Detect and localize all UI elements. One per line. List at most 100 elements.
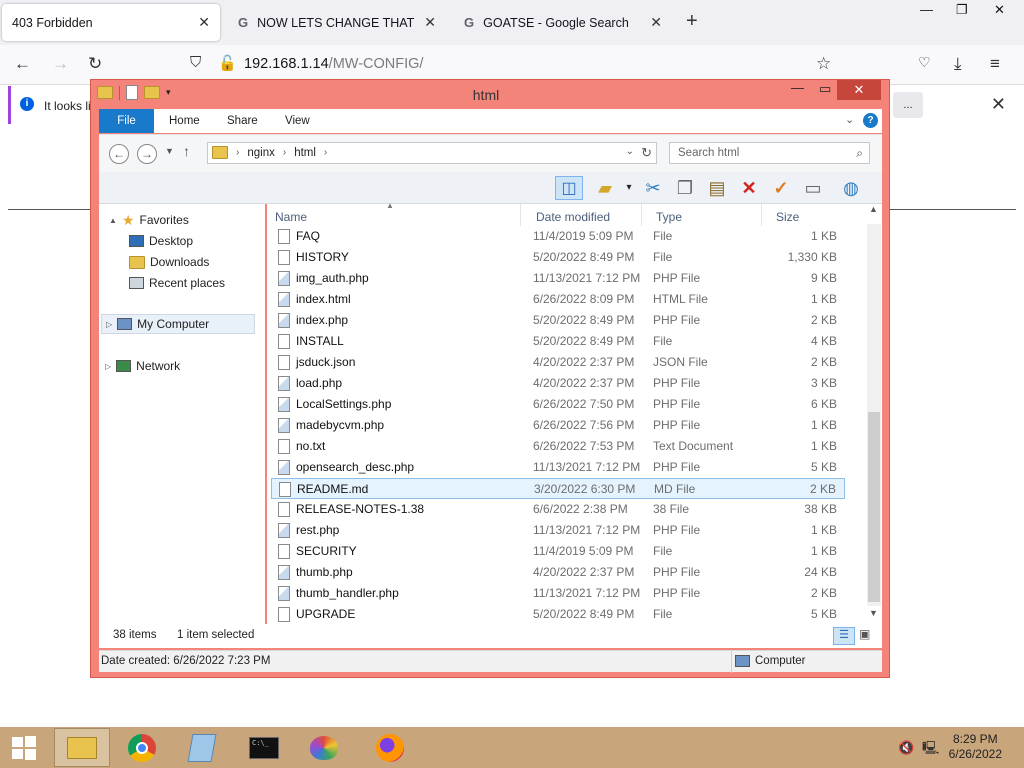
copy-icon[interactable]: ❐ bbox=[673, 176, 697, 200]
file-row[interactable]: opensearch_desc.php 11/13/2021 7:12 PM PHP… bbox=[271, 457, 845, 478]
nav-downloads[interactable]: Downloads bbox=[129, 252, 209, 272]
file-row[interactable]: HISTORY 5/20/2022 8:49 PM File 1,330 KB bbox=[271, 247, 845, 268]
breadcrumb-separator[interactable]: › bbox=[283, 147, 286, 158]
scroll-thumb[interactable] bbox=[868, 412, 880, 602]
notification-action-button[interactable]: ... bbox=[893, 92, 923, 118]
preview-pane-icon[interactable]: ◫ bbox=[555, 176, 583, 200]
rename-icon[interactable]: ▭ bbox=[801, 176, 825, 200]
options-dropdown-icon[interactable]: ▾ bbox=[617, 176, 641, 200]
large-icons-view-icon[interactable]: ▣ bbox=[859, 627, 870, 641]
details-view-icon[interactable]: ☰ bbox=[833, 627, 855, 645]
taskbar-chrome[interactable] bbox=[114, 728, 170, 767]
menu-icon[interactable]: ≡ bbox=[990, 54, 1000, 74]
network-status-icon[interactable]: 🖳 bbox=[922, 739, 939, 761]
column-size[interactable]: Size bbox=[776, 210, 799, 224]
expand-icon[interactable]: ▲ bbox=[109, 216, 117, 225]
nav-recent-places[interactable]: Recent places bbox=[129, 273, 225, 293]
tab-change-bg[interactable]: G NOW LETS CHANGE THAT BG ✕ bbox=[228, 4, 446, 41]
ribbon-tab-view[interactable]: View bbox=[285, 109, 310, 133]
file-row[interactable]: thumb.php 4/20/2022 2:37 PM PHP File 24 KB bbox=[271, 562, 845, 583]
restore-icon[interactable]: ❐ bbox=[956, 2, 968, 18]
nav-my-computer[interactable]: ▷ My Computer bbox=[101, 314, 255, 334]
delete-icon[interactable]: ✕ bbox=[737, 176, 761, 200]
explorer-minimize-icon[interactable]: — bbox=[791, 80, 804, 100]
file-row[interactable]: FAQ 11/4/2019 5:09 PM File 1 KB bbox=[271, 226, 845, 247]
expand-icon[interactable]: ▷ bbox=[105, 362, 111, 371]
url-bar[interactable]: 192.168.1.14/MW-CONFIG/ bbox=[244, 56, 423, 72]
taskbar-file-explorer[interactable] bbox=[54, 728, 110, 767]
new-tab-icon[interactable]: + bbox=[686, 10, 698, 33]
file-row[interactable]: RELEASE-NOTES-1.38 6/6/2022 2:38 PM 38 Fil… bbox=[271, 499, 845, 520]
notification-close-icon[interactable]: ✕ bbox=[991, 94, 1006, 115]
column-type[interactable]: Type bbox=[656, 210, 682, 224]
nav-network[interactable]: ▷ Network bbox=[105, 356, 180, 376]
file-row[interactable]: rest.php 11/13/2021 7:12 PM PHP File 1 KB bbox=[271, 520, 845, 541]
file-row[interactable]: index.html 6/26/2022 8:09 PM HTML File 1 KB bbox=[271, 289, 845, 310]
column-name[interactable]: Name bbox=[275, 210, 307, 224]
globe-icon[interactable]: ◍ bbox=[839, 176, 863, 200]
search-input[interactable]: Search html ⌕ bbox=[669, 142, 870, 164]
ribbon-tab-share[interactable]: Share bbox=[227, 109, 258, 133]
address-bar[interactable]: › nginx › html › ⌄ ↻ bbox=[207, 142, 657, 164]
file-row[interactable]: LocalSettings.php 6/26/2022 7:50 PM PHP Fi… bbox=[271, 394, 845, 415]
nav-favorites[interactable]: ▲ ★ Favorites bbox=[109, 210, 189, 230]
explorer-maximize-icon[interactable]: ▭ bbox=[819, 81, 831, 101]
expand-icon[interactable]: ▷ bbox=[106, 320, 112, 329]
checkmark-icon[interactable]: ✓ bbox=[769, 176, 793, 200]
address-dropdown-icon[interactable]: ⌄ bbox=[626, 146, 634, 157]
minimize-icon[interactable]: — bbox=[920, 2, 933, 17]
file-row[interactable]: UPGRADE 5/20/2022 8:49 PM File 5 KB bbox=[271, 604, 845, 625]
file-row[interactable]: SECURITY 11/4/2019 5:09 PM File 1 KB bbox=[271, 541, 845, 562]
ribbon-tab-home[interactable]: Home bbox=[169, 109, 200, 133]
file-row[interactable]: img_auth.php 11/13/2021 7:12 PM PHP File 9 … bbox=[271, 268, 845, 289]
file-row[interactable]: thumb_handler.php 11/13/2021 7:12 PM PHP F… bbox=[271, 583, 845, 604]
folder-options-icon[interactable]: ▰ bbox=[593, 176, 617, 200]
breadcrumb-separator[interactable]: › bbox=[236, 147, 239, 158]
cut-icon[interactable]: ✂ bbox=[641, 176, 665, 200]
downloads-icon[interactable]: ⤓ bbox=[954, 54, 962, 74]
bookmark-star-icon[interactable]: ☆ bbox=[816, 54, 831, 74]
lock-icon[interactable]: 🔓 bbox=[218, 54, 237, 72]
file-row[interactable]: INSTALL 5/20/2022 8:49 PM File 4 KB bbox=[271, 331, 845, 352]
forward-icon[interactable]: → bbox=[137, 144, 157, 164]
taskbar-paint[interactable] bbox=[296, 728, 352, 767]
tab-close-icon[interactable]: ✕ bbox=[198, 14, 210, 31]
file-row[interactable]: madebycvm.php 6/26/2022 7:56 PM PHP File 1 … bbox=[271, 415, 845, 436]
tab-close-icon[interactable]: ✕ bbox=[424, 14, 436, 31]
refresh-icon[interactable]: ↻ bbox=[641, 145, 652, 161]
vertical-scrollbar[interactable]: ▲ ▼ bbox=[867, 204, 881, 624]
pocket-icon[interactable]: ♡ bbox=[918, 54, 931, 71]
tab-google-search[interactable]: G GOATSE - Google Search ✕ bbox=[454, 4, 672, 41]
nav-desktop[interactable]: Desktop bbox=[129, 231, 193, 251]
file-row[interactable]: index.php 5/20/2022 8:49 PM PHP File 2 KB bbox=[271, 310, 845, 331]
help-icon[interactable]: ? bbox=[863, 113, 878, 128]
recent-locations-icon[interactable]: ▼ bbox=[165, 146, 174, 156]
file-row[interactable]: load.php 4/20/2022 2:37 PM PHP File 3 KB bbox=[271, 373, 845, 394]
scroll-up-icon[interactable]: ▲ bbox=[869, 204, 878, 214]
file-row[interactable]: no.txt 6/26/2022 7:53 PM Text Document 1 KB bbox=[271, 436, 845, 457]
back-icon[interactable]: ← bbox=[109, 144, 129, 164]
breadcrumb-separator[interactable]: › bbox=[324, 147, 327, 158]
taskbar-command-prompt[interactable]: C:\_ bbox=[236, 728, 292, 767]
breadcrumb-html[interactable]: html bbox=[294, 147, 316, 159]
breadcrumb-nginx[interactable]: nginx bbox=[247, 147, 275, 159]
start-button[interactable] bbox=[0, 728, 48, 767]
tab-close-icon[interactable]: ✕ bbox=[650, 14, 662, 31]
explorer-title-bar[interactable]: ▾ html — ▭ ✕ bbox=[91, 80, 889, 108]
clock[interactable]: 8:29 PM 6/26/2022 bbox=[949, 732, 1002, 762]
explorer-close-icon[interactable]: ✕ bbox=[837, 80, 881, 100]
file-row[interactable]: jsduck.json 4/20/2022 2:37 PM JSON File 2 K… bbox=[271, 352, 845, 373]
tab-403-forbidden[interactable]: 403 Forbidden ✕ bbox=[2, 4, 220, 41]
taskbar-notepad[interactable] bbox=[174, 728, 230, 767]
up-folder-icon[interactable]: ↑ bbox=[183, 143, 190, 159]
forward-icon[interactable]: → bbox=[52, 54, 69, 74]
back-icon[interactable]: ← bbox=[14, 54, 31, 74]
reload-icon[interactable]: ↻ bbox=[88, 54, 102, 74]
ribbon-tab-file[interactable]: File bbox=[99, 109, 154, 133]
window-close-icon[interactable]: ✕ bbox=[994, 2, 1005, 18]
scroll-down-icon[interactable]: ▼ bbox=[869, 608, 878, 618]
file-row[interactable]: README.md 3/20/2022 6:30 PM MD File 2 KB bbox=[271, 478, 845, 499]
column-divider[interactable] bbox=[761, 204, 762, 226]
column-divider[interactable] bbox=[641, 204, 642, 226]
taskbar-firefox[interactable] bbox=[362, 728, 418, 767]
